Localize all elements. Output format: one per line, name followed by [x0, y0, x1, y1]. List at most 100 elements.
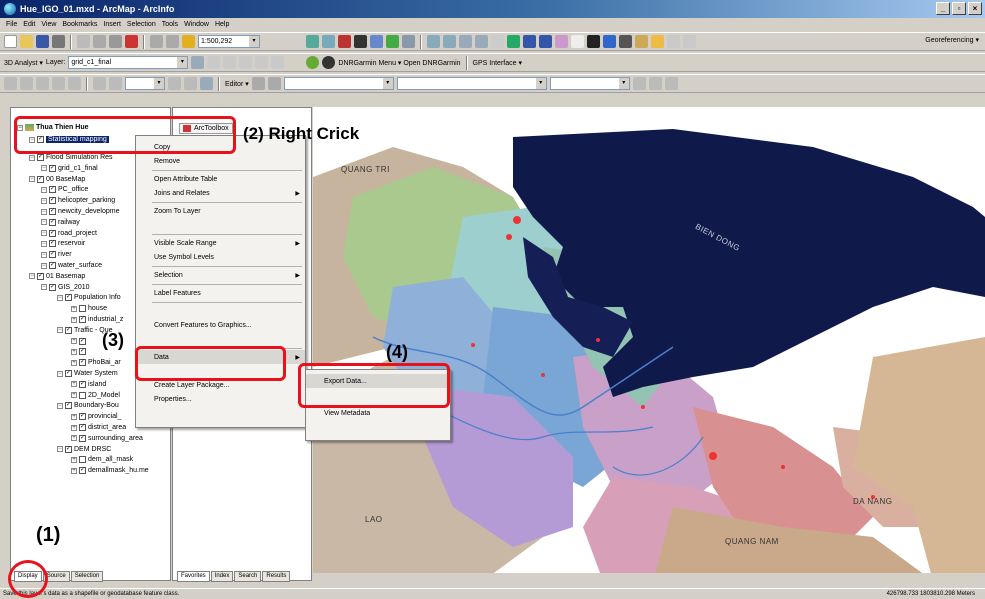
toc-layer-row[interactable]: − ✓ road_project	[41, 229, 97, 237]
context-menu-item[interactable]: Label Features	[136, 286, 305, 300]
layer-visibility-checkbox[interactable]: ✓	[79, 467, 86, 475]
undo-icon[interactable]	[150, 35, 163, 48]
editor-toolbar-icon[interactable]	[306, 35, 319, 48]
catalog-icon[interactable]	[370, 35, 383, 48]
menu-edit[interactable]: Edit	[23, 21, 35, 28]
toc-layer-row[interactable]: + dem_all_mask	[71, 456, 133, 464]
paste-icon[interactable]	[109, 35, 122, 48]
context-menu-item[interactable]: Convert Features to Graphics...	[136, 318, 305, 332]
layer-visibility-checkbox[interactable]: ✓	[79, 316, 86, 323]
layer-visibility-checkbox[interactable]: ✓	[49, 186, 56, 194]
toc-layer-row[interactable]: + ✓	[71, 348, 88, 356]
create-features-icon[interactable]	[664, 77, 678, 90]
layer-visibility-checkbox[interactable]: ✓	[79, 413, 86, 421]
toc-layer-row[interactable]: + house	[71, 305, 107, 313]
toc-layer-row[interactable]: − ✓ Population Info	[57, 294, 121, 302]
measure-icon[interactable]	[635, 35, 648, 48]
tab-search[interactable]: Search	[234, 571, 262, 582]
menu-file[interactable]: File	[6, 21, 17, 28]
select-features-icon[interactable]	[555, 35, 568, 48]
expand-icon[interactable]: +	[71, 305, 77, 312]
layer-visibility-checkbox[interactable]	[79, 305, 86, 313]
toc-layer-row[interactable]: − ✓ PC_office	[41, 186, 88, 194]
hyperlink-icon[interactable]	[651, 35, 664, 48]
expand-icon[interactable]: −	[29, 154, 35, 161]
toc-layer-row[interactable]: + ✓ provincial_	[71, 413, 121, 421]
toc-layer-row[interactable]: − ✓ Water System	[57, 370, 118, 377]
expand-icon[interactable]: −	[29, 176, 35, 183]
find-icon[interactable]	[619, 35, 632, 48]
georef-tool-icon[interactable]	[52, 77, 65, 90]
draw-tool-icon[interactable]	[200, 77, 213, 90]
line-of-sight-icon[interactable]	[223, 56, 237, 69]
toc-layer-row[interactable]: − ✓ grid_c1_final	[41, 164, 98, 172]
layer-visibility-checkbox[interactable]: ✓	[49, 240, 56, 248]
toc-layer-row[interactable]: + ✓ surrounding_area	[71, 434, 143, 442]
forward-extent-icon[interactable]	[539, 35, 552, 48]
context-menu-item[interactable]	[136, 304, 305, 318]
steepest-path-icon[interactable]	[207, 56, 221, 69]
back-extent-icon[interactable]	[523, 35, 536, 48]
layer-visibility-checkbox[interactable]: ✓	[65, 370, 72, 377]
submenu-item[interactable]	[306, 422, 450, 436]
expand-icon[interactable]: +	[71, 381, 77, 388]
time-slider-icon[interactable]	[683, 35, 696, 48]
toc-layer-row[interactable]: +2D_Model	[71, 391, 120, 399]
expand-icon[interactable]: −	[41, 197, 47, 204]
toc-layer-row[interactable]: + ✓ PhoBai_ar	[71, 359, 121, 367]
layer-visibility-checkbox[interactable]: ✓	[49, 251, 56, 259]
toc-layer-row[interactable]: + ✓ industrial_z	[71, 316, 123, 323]
layer-visibility-checkbox[interactable]: ✓	[79, 434, 86, 442]
expand-icon[interactable]: −	[41, 284, 47, 291]
layer-visibility-checkbox[interactable]: ✓	[37, 175, 44, 183]
georef-tool-icon[interactable]	[68, 77, 81, 90]
3d-analyst-menu[interactable]: 3D Analyst ▾	[4, 59, 43, 67]
layer-visibility-checkbox[interactable]: ✓	[49, 262, 56, 269]
expand-icon[interactable]: +	[71, 348, 77, 355]
toc-layer-row[interactable]: − ✓ DEM DRSC	[57, 445, 111, 453]
model-builder-icon[interactable]	[386, 35, 399, 48]
draw-tool-icon[interactable]	[168, 77, 181, 90]
toc-layer-row[interactable]: + ✓	[71, 337, 88, 345]
toc-layer-row[interactable]: − ✓ reservoir	[41, 240, 85, 248]
toc-layer-row[interactable]: − ✓ GIS_2010	[41, 283, 90, 291]
expand-icon[interactable]: +	[71, 316, 77, 323]
clear-selection-icon[interactable]	[571, 35, 584, 48]
layer-visibility-checkbox[interactable]	[79, 391, 86, 399]
interpolate-point-icon[interactable]	[271, 56, 285, 69]
layer-visibility-checkbox[interactable]: ✓	[65, 326, 72, 334]
open-folder-icon[interactable]	[20, 35, 33, 48]
create-contours-icon[interactable]	[191, 56, 205, 69]
new-document-icon[interactable]	[4, 35, 17, 48]
maximize-button[interactable]: ▫	[952, 2, 966, 15]
context-menu-item[interactable]: Use Symbol Levels	[136, 250, 305, 264]
context-menu-item[interactable]	[136, 332, 305, 346]
tab-results[interactable]: Results	[262, 571, 291, 582]
expand-icon[interactable]: +	[71, 338, 77, 345]
layer-visibility-checkbox[interactable]	[79, 456, 86, 464]
sketch-tool-icon[interactable]	[267, 77, 281, 90]
edit-tool-icon[interactable]	[251, 77, 265, 90]
sketch-properties-icon[interactable]	[648, 77, 662, 90]
toc-layer-row[interactable]: − ✓ Boundary-Bou	[57, 402, 119, 410]
context-menu-item[interactable]: Visible Scale Range ▶	[136, 236, 305, 250]
layer-visibility-checkbox[interactable]: ✓	[65, 402, 72, 410]
map-scale-combo[interactable]: 1:500,292 ▾	[198, 35, 260, 48]
context-menu-item[interactable]: Open Attribute Table	[136, 172, 305, 186]
close-button[interactable]: ×	[968, 2, 982, 15]
full-extent-icon[interactable]	[507, 35, 520, 48]
layer-visibility-checkbox[interactable]: ✓	[79, 380, 86, 388]
expand-icon[interactable]: +	[71, 424, 77, 431]
expand-icon[interactable]: −	[57, 294, 63, 301]
layer-visibility-checkbox[interactable]: ✓	[49, 208, 56, 215]
draw-combo[interactable]: ▾	[125, 77, 165, 90]
map-view[interactable]: QUANG TRI BIEN DONG LAO DA NANG QUANG NA…	[313, 107, 985, 581]
toc-layer-row[interactable]: + ✓ island	[71, 380, 106, 388]
zoom-in-icon[interactable]	[427, 35, 440, 48]
expand-icon[interactable]: −	[41, 240, 47, 247]
layer-visibility-checkbox[interactable]: ✓	[49, 218, 56, 226]
expand-icon[interactable]: +	[71, 359, 77, 366]
menu-selection[interactable]: Selection	[127, 21, 156, 28]
georeferencing-menu[interactable]: Georeferencing ▾	[925, 36, 979, 44]
expand-icon[interactable]: +	[71, 435, 77, 442]
